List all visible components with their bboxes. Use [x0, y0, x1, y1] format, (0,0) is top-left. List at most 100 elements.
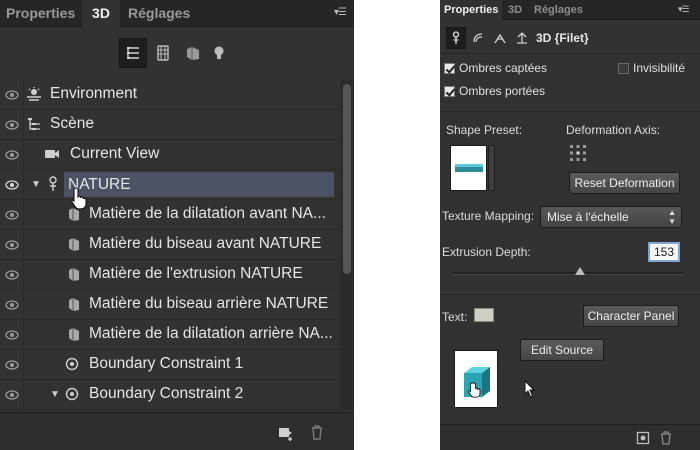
environment-icon	[26, 86, 42, 102]
tab-reglages[interactable]: Réglages	[122, 0, 202, 27]
scene-tree: Environment Scène Current View ▼ NATURE …	[0, 80, 340, 410]
whole-scene-filter-icon[interactable]	[119, 38, 147, 68]
reset-deformation-button[interactable]: Reset Deformation	[569, 172, 680, 194]
tab-reglages[interactable]: Réglages	[530, 0, 590, 20]
expand-arrow-icon[interactable]: ▼	[31, 179, 41, 190]
visibility-eye-icon[interactable]	[0, 350, 24, 379]
texture-mapping-label: Texture Mapping:	[442, 209, 535, 223]
extrusion-depth-slider-thumb[interactable]	[574, 267, 585, 275]
tree-row-environment[interactable]: Environment	[0, 80, 340, 110]
visibility-eye-icon[interactable]	[0, 170, 24, 199]
meshes-filter-icon[interactable]	[149, 38, 177, 68]
tree-row-material[interactable]: Matière du biseau arrière NATURE	[0, 290, 340, 320]
checkbox-label: Ombres captées	[459, 61, 548, 75]
extrusion-depth-label: Extrusion Depth:	[442, 245, 531, 259]
texture-mapping-select[interactable]: Mise à l'échelle ▲ ▼	[540, 206, 682, 228]
tree-row-scene[interactable]: Scène	[0, 110, 340, 140]
tab-properties[interactable]: Properties	[440, 0, 502, 20]
scrollbar-thumb[interactable]	[343, 84, 351, 274]
section-divider	[440, 294, 700, 295]
material-icon	[66, 296, 82, 312]
visibility-eye-icon[interactable]	[0, 140, 24, 169]
tree-item-label: Matière du biseau arrière NATURE	[89, 295, 329, 312]
text-color-swatch[interactable]	[474, 308, 494, 322]
tab-3d[interactable]: 3D	[503, 0, 527, 20]
constraint-icon	[64, 356, 80, 372]
tree-scrollbar[interactable]	[340, 80, 354, 410]
tree-item-label: Matière de la dilatation avant NA...	[89, 205, 326, 222]
expand-arrow-icon[interactable]: ▼	[50, 389, 60, 400]
mesh-icon	[45, 176, 61, 192]
visibility-eye-icon[interactable]	[0, 260, 24, 289]
extrusion-depth-slider-track[interactable]	[452, 272, 684, 275]
tree-item-label: NATURE	[64, 172, 334, 197]
material-icon	[66, 236, 82, 252]
mesh-mode-icon[interactable]	[446, 27, 466, 49]
new-object-icon[interactable]	[278, 425, 294, 441]
tree-row-nature[interactable]: ▼ NATURE	[0, 170, 340, 200]
materials-filter-icon[interactable]	[179, 38, 207, 68]
visibility-eye-icon[interactable]	[0, 200, 24, 229]
text-preview-icon	[464, 367, 490, 398]
visibility-eye-icon[interactable]	[0, 110, 24, 139]
material-icon	[66, 266, 82, 282]
ombres-captees-checkbox[interactable]: Ombres captées	[444, 61, 547, 75]
tree-item-label: Boundary Constraint 1	[89, 355, 244, 372]
visibility-eye-icon[interactable]	[0, 80, 24, 109]
invisibilite-checkbox[interactable]: Invisibilité	[618, 61, 685, 75]
trash-icon[interactable]	[660, 431, 672, 445]
shape-preset-label: Shape Preset:	[446, 123, 523, 137]
visibility-eye-icon[interactable]	[0, 380, 24, 409]
visibility-eye-icon[interactable]	[0, 320, 24, 349]
panel-tab-bar: Properties 3D Réglages ▾☰	[0, 0, 354, 27]
tree-item-label: Scène	[50, 115, 94, 132]
tab-properties[interactable]: Properties	[0, 0, 82, 27]
load-selection-icon[interactable]	[636, 431, 650, 445]
properties-panel: Properties 3D Réglages ▾☰ 3D {Filet} Omb…	[440, 0, 700, 450]
tree-row-material[interactable]: Matière de l'extrusion NATURE	[0, 260, 340, 290]
properties-mode-toolbar: 3D {Filet}	[440, 22, 700, 54]
section-divider	[440, 111, 700, 112]
edit-source-button[interactable]: Edit Source	[520, 339, 604, 361]
shape-preset-thumbnail[interactable]	[450, 145, 487, 191]
tree-item-label: Matière de la dilatation arrière NA...	[89, 325, 333, 342]
extrusion-depth-input[interactable]: 153	[648, 242, 680, 262]
panel-menu-icon[interactable]: ▾☰	[334, 7, 347, 18]
select-value: Mise à l'échelle	[547, 210, 629, 224]
visibility-eye-icon[interactable]	[0, 290, 24, 319]
shape-preset-dropdown[interactable]	[488, 145, 495, 191]
tree-row-material[interactable]: Matière du biseau avant NATURE	[0, 230, 340, 260]
ombres-portees-checkbox[interactable]: Ombres portées	[444, 84, 545, 98]
cap-mode-icon[interactable]	[490, 27, 510, 49]
checkbox-box[interactable]	[618, 62, 629, 74]
panel-footer	[0, 412, 354, 450]
deform-mode-icon[interactable]	[468, 27, 488, 49]
visibility-eye-icon[interactable]	[0, 230, 24, 259]
panel-tab-bar: Properties 3D Réglages ▾☰	[440, 0, 700, 20]
deformation-axis-label: Deformation Axis:	[566, 123, 661, 137]
deformation-axis-grid-icon[interactable]	[569, 144, 587, 162]
tab-3d[interactable]: 3D	[82, 0, 120, 27]
tree-item-label: Boundary Constraint 2	[89, 385, 244, 402]
extruded-text-preview-icon	[454, 164, 483, 172]
hand-cursor-icon	[71, 187, 87, 210]
constraint-icon	[64, 386, 80, 402]
text-source-thumbnail[interactable]	[454, 350, 498, 408]
character-panel-button[interactable]: Character Panel	[583, 305, 679, 327]
tree-row-current-view[interactable]: Current View	[0, 140, 340, 170]
checkbox-label: Invisibilité	[633, 61, 686, 75]
checkbox-box[interactable]	[444, 62, 455, 74]
lights-filter-icon[interactable]	[205, 38, 233, 68]
tree-item-label: Environment	[50, 85, 138, 102]
tree-row-boundary-constraint[interactable]: Boundary Constraint 1	[0, 350, 340, 380]
mode-title: 3D {Filet}	[536, 31, 589, 45]
tree-row-material[interactable]: Matière de la dilatation avant NA...	[0, 200, 340, 230]
trash-icon[interactable]	[310, 424, 324, 440]
tree-row-material[interactable]: Matière de la dilatation arrière NA...	[0, 320, 340, 350]
tree-item-label: Current View	[70, 145, 160, 162]
checkbox-box[interactable]	[444, 85, 455, 97]
coordinates-mode-icon[interactable]	[512, 27, 532, 49]
tree-row-boundary-constraint[interactable]: ▼ Boundary Constraint 2	[0, 380, 340, 410]
panel-menu-icon[interactable]: ▾☰	[678, 4, 690, 15]
3d-panel: Properties 3D Réglages ▾☰ Environment Sc…	[0, 0, 354, 450]
